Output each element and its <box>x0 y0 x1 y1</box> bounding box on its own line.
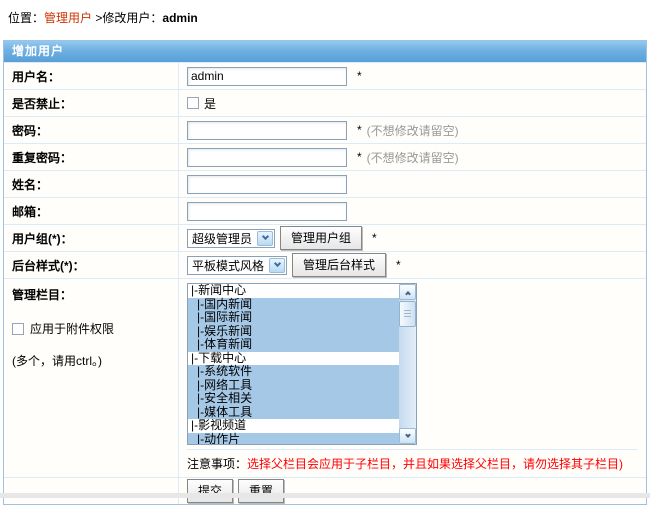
reset-button[interactable]: 重置 <box>238 479 284 503</box>
scroll-up-button[interactable] <box>399 284 416 300</box>
manage-usergroup-button[interactable]: 管理用户组 <box>280 226 362 250</box>
password-label: 密码： <box>4 117 179 143</box>
manage-columns-label: 管理栏目： <box>12 286 178 303</box>
password-hint: (不想修改请留空) <box>367 122 459 139</box>
email-label: 邮箱： <box>4 198 179 224</box>
row-usergroup: 用户组(*)： 超级管理员 管理用户组 * <box>4 224 646 251</box>
breadcrumb-username: admin <box>162 11 197 25</box>
list-option[interactable]: |-网络工具 <box>188 379 416 393</box>
list-option[interactable]: |-国际新闻 <box>188 311 416 325</box>
chevron-down-icon <box>405 432 411 438</box>
multi-select-hint: (多个，请用ctrl。) <box>12 352 178 369</box>
list-option[interactable]: |-体育新闻 <box>188 338 416 352</box>
breadcrumb: 位置：管理用户 >修改用户：admin <box>0 0 650 40</box>
row-disabled: 是否禁止： 是 <box>4 89 646 116</box>
usergroup-required-marker: * <box>372 231 377 245</box>
row-admin-style: 后台样式(*)： 平板模式风格 管理后台样式 * <box>4 251 646 278</box>
row-manage-columns: 管理栏目： 应用于附件权限 (多个，请用ctrl。) |-新闻中心|-国内新闻|… <box>4 278 646 477</box>
row-password: 密码： * (不想修改请留空) <box>4 116 646 143</box>
manage-columns-label-cell: 管理栏目： 应用于附件权限 (多个，请用ctrl。) <box>4 279 179 477</box>
submit-button[interactable]: 提交 <box>187 479 233 503</box>
breadcrumb-current-page: 修改用户： <box>102 11 162 25</box>
usergroup-select[interactable]: 超级管理员 <box>187 229 275 248</box>
usergroup-label: 用户组(*)： <box>4 225 179 251</box>
attachment-permission-checkbox[interactable] <box>12 323 24 335</box>
list-option[interactable]: |-媒体工具 <box>188 406 416 420</box>
list-option[interactable]: |-国内新闻 <box>188 298 416 312</box>
disabled-label: 是否禁止： <box>4 90 179 116</box>
list-option[interactable]: |-系统软件 <box>188 365 416 379</box>
disabled-checkbox[interactable] <box>187 97 199 109</box>
list-option[interactable]: |-新闻中心 <box>188 284 416 298</box>
admin-style-select[interactable]: 平板模式风格 <box>187 256 287 275</box>
breadcrumb-location-label: 位置： <box>8 11 44 25</box>
manage-admin-style-button[interactable]: 管理后台样式 <box>292 253 386 277</box>
email-input[interactable] <box>187 202 347 221</box>
chevron-down-icon <box>261 233 268 240</box>
breadcrumb-link-manage-users[interactable]: 管理用户 <box>44 11 92 25</box>
actions-empty-cell <box>4 478 179 504</box>
list-option[interactable]: |-下载中心 <box>188 352 416 366</box>
row-username: 用户名： * <box>4 62 646 89</box>
name-input[interactable] <box>187 175 347 194</box>
attachment-permission-label: 应用于附件权限 <box>30 320 114 337</box>
row-repeat-password: 重复密码： * (不想修改请留空) <box>4 143 646 170</box>
note-label: 注意事项： <box>187 457 247 471</box>
usergroup-dropdown-button[interactable] <box>257 231 273 246</box>
repeat-password-label: 重复密码： <box>4 144 179 170</box>
admin-style-select-value: 平板模式风格 <box>188 257 268 274</box>
add-user-panel: 增加用户 用户名： * 是否禁止： 是 密码： * (不想修改请留空) 重复密码… <box>3 40 647 505</box>
name-label: 姓名： <box>4 171 179 197</box>
chevron-down-icon <box>273 260 280 267</box>
columns-listbox-items: |-新闻中心|-国内新闻|-国际新闻|-娱乐新闻|-体育新闻|-下载中心|-系统… <box>188 284 416 445</box>
username-label: 用户名： <box>4 63 179 89</box>
row-email: 邮箱： <box>4 197 646 224</box>
password-required-marker: * <box>357 123 362 137</box>
note-line: 注意事项：选择父栏目会应用于子栏目，并且如果选择父栏目，请勿选择其子栏目) <box>187 449 638 477</box>
repeat-password-hint: (不想修改请留空) <box>367 149 459 166</box>
password-input[interactable] <box>187 121 347 140</box>
row-name: 姓名： <box>4 170 646 197</box>
admin-style-label: 后台样式(*)： <box>4 252 179 278</box>
breadcrumb-separator: > <box>92 11 102 25</box>
footer-strip <box>0 493 650 498</box>
admin-style-dropdown-button[interactable] <box>269 258 285 273</box>
row-actions: 提交 重置 <box>4 477 646 504</box>
list-option[interactable]: |-影视频道 <box>188 419 416 433</box>
listbox-scrollbar[interactable] <box>399 284 416 444</box>
scroll-down-button[interactable] <box>399 428 416 444</box>
repeat-password-required-marker: * <box>357 150 362 164</box>
note-text: 选择父栏目会应用于子栏目，并且如果选择父栏目，请勿选择其子栏目) <box>247 457 623 471</box>
columns-listbox[interactable]: |-新闻中心|-国内新闻|-国际新闻|-娱乐新闻|-体育新闻|-下载中心|-系统… <box>187 283 417 445</box>
scrollbar-thumb[interactable] <box>399 301 416 327</box>
list-option[interactable]: |-动作片 <box>188 433 416 446</box>
username-required-marker: * <box>357 69 362 83</box>
chevron-up-icon <box>405 291 411 297</box>
list-option[interactable]: |-娱乐新闻 <box>188 325 416 339</box>
usergroup-select-value: 超级管理员 <box>188 230 256 247</box>
admin-style-required-marker: * <box>396 258 401 272</box>
list-option[interactable]: |-安全相关 <box>188 392 416 406</box>
repeat-password-input[interactable] <box>187 148 347 167</box>
username-input[interactable] <box>187 67 347 86</box>
disabled-checkbox-label: 是 <box>204 95 216 112</box>
page-title: 增加用户 <box>4 41 646 62</box>
